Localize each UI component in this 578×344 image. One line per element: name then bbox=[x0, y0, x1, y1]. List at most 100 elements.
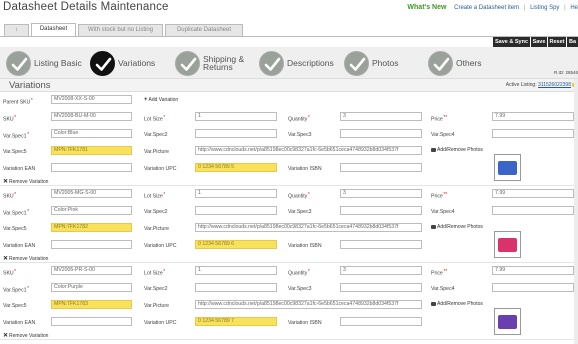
var-spec3-input[interactable] bbox=[340, 206, 422, 215]
add-remove-photos-button[interactable]: Add/Remove Photos bbox=[431, 147, 483, 153]
label-text: Variation UPC bbox=[144, 320, 177, 326]
variation-ean-input[interactable] bbox=[51, 163, 132, 172]
var-picture-input[interactable]: http://www.cdnclouds.net/p/a85198ec00c98… bbox=[195, 223, 422, 232]
price-input[interactable]: 7.99 bbox=[492, 266, 574, 275]
var-spec1-input[interactable]: Color:Pink bbox=[51, 206, 132, 215]
variation-upc-input[interactable]: 0 1234 56789 7 bbox=[195, 317, 277, 326]
remove-variation-button[interactable]: ✕Remove Variation bbox=[3, 332, 48, 339]
label-text: Var.Spec5 bbox=[3, 149, 27, 155]
product-image bbox=[498, 315, 517, 329]
label-text: Var.Spec2 bbox=[144, 132, 168, 138]
variation-thumbnail[interactable] bbox=[494, 308, 521, 335]
tab-datasheet[interactable]: Datasheet bbox=[31, 23, 76, 36]
label-text: Var.Spec3 bbox=[288, 132, 312, 138]
quantity-input[interactable]: 3 bbox=[340, 189, 422, 198]
var-spec2-input[interactable] bbox=[195, 283, 277, 292]
active-listing: Active Listing: 311526022398 bbox=[506, 82, 576, 88]
var-spec1-input[interactable]: Color:Purple bbox=[51, 283, 132, 292]
variation-upc-input[interactable]: 0 1234 56789 5 bbox=[195, 163, 277, 172]
variation-isbn-input[interactable] bbox=[340, 317, 422, 326]
required-marker: * bbox=[14, 192, 17, 198]
variation-upc-input[interactable]: 0 1234 56789 6 bbox=[195, 240, 277, 249]
var-spec4-label: Var.Spec4 bbox=[431, 209, 455, 215]
divider bbox=[0, 185, 578, 186]
var-picture-input[interactable]: http://www.cdnclouds.net/p/a85198ec00c98… bbox=[195, 300, 422, 309]
label-text: Var.Picture bbox=[144, 149, 169, 155]
var-spec3-input[interactable] bbox=[340, 129, 422, 138]
quantity-label: Quantity* bbox=[288, 269, 310, 277]
whats-new-link[interactable]: What's New bbox=[407, 4, 446, 11]
sku-label: SKU* bbox=[3, 269, 16, 277]
create-datasheet-link[interactable]: Create a Datasheet item bbox=[454, 5, 519, 11]
separator: | bbox=[523, 5, 526, 11]
var-spec1-input[interactable]: Color:Blue bbox=[51, 129, 132, 138]
add-remove-photos-button[interactable]: Add/Remove Photos bbox=[431, 224, 483, 230]
back-button[interactable]: Ba bbox=[567, 37, 578, 47]
save-button[interactable]: Save bbox=[531, 37, 547, 47]
sku-input[interactable]: MV2008-BU-M-00 bbox=[51, 112, 132, 121]
var-spec3-input[interactable] bbox=[340, 283, 422, 292]
add-remove-photos-label: Add/Remove Photos bbox=[437, 224, 483, 230]
parent-sku-label: Parent SKU* bbox=[3, 98, 33, 106]
label-text: Var.Spec5 bbox=[3, 226, 27, 232]
var-spec4-input[interactable] bbox=[492, 283, 574, 292]
price-input[interactable]: 7.99 bbox=[492, 189, 574, 198]
variations-section-header: Variations Active Listing: 311526022398 bbox=[0, 79, 578, 92]
add-variation-button[interactable]: +Add Variation bbox=[144, 97, 178, 103]
price-input[interactable]: 7.99 bbox=[492, 112, 574, 121]
camera-icon bbox=[431, 224, 436, 229]
lot-size-input[interactable]: 1 bbox=[195, 112, 277, 121]
required-marker: * bbox=[307, 269, 310, 275]
variation-isbn-input[interactable] bbox=[340, 163, 422, 172]
top-links: What's New Create a Datasheet item | Lis… bbox=[407, 4, 578, 11]
variation-ean-input[interactable] bbox=[51, 240, 132, 249]
var-spec4-input[interactable] bbox=[492, 129, 574, 138]
required-marker: * bbox=[27, 209, 30, 215]
lot-size-input[interactable]: 1 bbox=[195, 266, 277, 275]
label-text: Variation EAN bbox=[3, 320, 36, 326]
remove-variation-button[interactable]: ✕Remove Variation bbox=[3, 178, 48, 185]
tab-sort[interactable]: ↕ bbox=[4, 24, 29, 36]
active-listing-link[interactable]: 311526022398 bbox=[538, 82, 571, 88]
remove-variation-button[interactable]: ✕Remove Variation bbox=[3, 255, 48, 262]
help-link[interactable]: He bbox=[570, 5, 578, 11]
label-text: Var.Spec5 bbox=[3, 303, 27, 309]
var-spec2-input[interactable] bbox=[195, 129, 277, 138]
lot-size-input[interactable]: 1 bbox=[195, 189, 277, 198]
required-marker: ** bbox=[443, 192, 448, 198]
reset-button[interactable]: Reset bbox=[548, 37, 566, 47]
sku-input[interactable]: MV2005-MG-S-00 bbox=[51, 189, 132, 198]
scrollbar[interactable] bbox=[574, 79, 578, 344]
quantity-input[interactable]: 3 bbox=[340, 266, 422, 275]
label-text: Variation EAN bbox=[3, 166, 36, 172]
var-spec5-input[interactable]: MPN:7FK1781 bbox=[51, 146, 132, 155]
listing-spy-link[interactable]: Listing Spy bbox=[530, 5, 559, 11]
lot-size-label: Lot Size* bbox=[144, 269, 165, 277]
var-spec4-input[interactable] bbox=[492, 206, 574, 215]
var-spec5-input[interactable]: MPN:7FK1783 bbox=[51, 300, 132, 309]
variation-ean-input[interactable] bbox=[51, 317, 132, 326]
required-marker: * bbox=[27, 286, 30, 292]
required-marker: * bbox=[27, 132, 30, 138]
price-label: Price** bbox=[431, 192, 447, 200]
label-text: Quantity bbox=[288, 193, 308, 200]
var-picture-input[interactable]: http://www.cdnclouds.net/p/a85198ec00c98… bbox=[195, 146, 422, 155]
sku-input[interactable]: MV2005-PR-S-00 bbox=[51, 266, 132, 275]
tab-duplicate-datasheet[interactable]: Duplicate Datasheet bbox=[165, 24, 243, 36]
var-spec5-input[interactable]: MPN:7FK1782 bbox=[51, 223, 132, 232]
var-spec2-input[interactable] bbox=[195, 206, 277, 215]
var-picture-label: Var.Picture bbox=[144, 149, 169, 155]
save-sync-button[interactable]: Save & Sync bbox=[493, 37, 530, 47]
add-remove-photos-button[interactable]: Add/Remove Photos bbox=[431, 301, 483, 307]
variation-thumbnail[interactable] bbox=[494, 231, 521, 258]
tab-with-stock-no-listing[interactable]: With stock but no Listing bbox=[78, 24, 163, 36]
parent-sku-input[interactable]: MV2008-XX-S-00 bbox=[51, 95, 132, 104]
var-spec2-label: Var.Spec2 bbox=[144, 132, 168, 138]
var-spec4-label: Var.Spec4 bbox=[431, 286, 455, 292]
variation-isbn-input[interactable] bbox=[340, 240, 422, 249]
divider bbox=[0, 339, 578, 340]
label-text: Lot Size bbox=[144, 116, 163, 123]
variation-thumbnail[interactable] bbox=[494, 154, 521, 181]
quantity-input[interactable]: 3 bbox=[340, 112, 422, 121]
check-icon bbox=[428, 51, 453, 76]
